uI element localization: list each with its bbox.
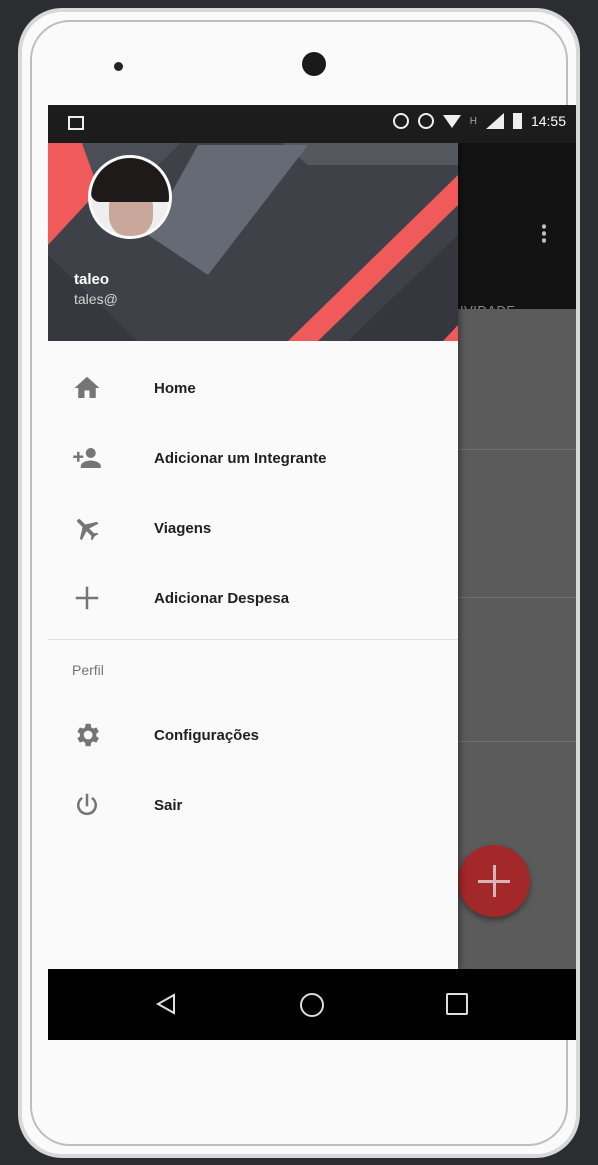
notification-icon [68,116,84,130]
signal-icon [485,113,504,129]
home-nav-icon[interactable] [300,993,324,1017]
status-bar: H 14:55 [48,105,576,143]
menu-item-add-member[interactable]: Adicionar um Integrante [48,423,458,493]
overflow-menu-icon[interactable] [542,223,546,243]
add-fab-button[interactable] [458,845,530,917]
navigation-drawer: taleo tales@ Home Adicionar um Integrant… [48,105,458,969]
power-icon [77,793,97,816]
plus-icon [75,586,99,610]
section-title-perfil: Perfil [72,662,104,678]
vibrate-icon [392,113,409,129]
menu-item-settings[interactable]: Configurações [48,700,458,770]
front-camera [302,52,326,76]
wifi-icon [442,114,461,128]
user-email: tales@ [74,291,118,307]
sensor-dot [114,62,123,71]
alarm-icon [417,113,434,129]
back-icon[interactable] [156,993,176,1015]
battery-icon [512,113,522,129]
status-icons: H 14:55 [392,113,566,129]
gear-icon [77,723,99,747]
menu-item-label: Sair [154,796,183,814]
avatar[interactable] [88,155,172,239]
drawer-menu: Home Adicionar um Integrante Viagens Adi… [48,341,458,840]
network-type: H [469,115,477,127]
menu-item-label: Adicionar Despesa [154,589,290,607]
menu-item-label: Configurações [154,726,260,744]
system-nav-bar [48,969,576,1040]
menu-item-label: Adicionar um Integrante [154,449,327,467]
clock: 14:55 [530,113,566,129]
menu-item-trips[interactable]: Viagens [48,493,458,563]
user-name: taleo [74,271,110,288]
airplane-icon [77,519,99,541]
menu-item-label: Home [154,379,196,397]
recents-icon[interactable] [446,993,468,1015]
home-icon [74,376,100,398]
menu-item-add-expense[interactable]: Adicionar Despesa [48,563,458,633]
screen: H 14:55 IVIDADE [48,105,576,1040]
add-person-icon [73,448,101,468]
menu-item-logout[interactable]: Sair [48,770,458,840]
menu-item-home[interactable]: Home [48,353,458,423]
menu-item-label: Viagens [154,519,212,537]
